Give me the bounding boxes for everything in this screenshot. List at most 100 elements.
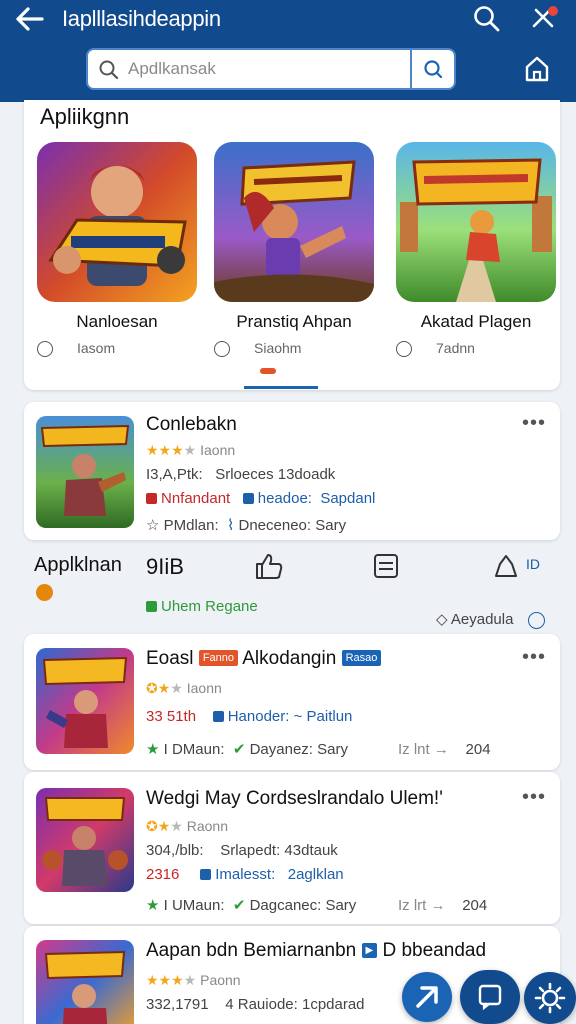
rating-stars: ★★★★ Iaonn <box>146 442 236 458</box>
update-text: Aeyadula <box>450 611 514 628</box>
chat-button[interactable] <box>460 970 520 1024</box>
search-submit-button[interactable] <box>410 50 454 88</box>
star-outline-icon: ☆ <box>146 517 160 534</box>
meta-detail: Iz lnt <box>397 741 430 758</box>
back-arrow-icon[interactable] <box>14 6 46 32</box>
app-list-item[interactable]: Wedgi May Cordseslrandalo Ulem!' ••• ✪★★… <box>24 772 560 924</box>
featured-app-size: Iasom <box>77 340 116 356</box>
app-header: Iaplllasihdeappin <box>0 0 576 102</box>
app-meta-line: ☆ PMdlan: ⌇ Dneceneo: Sary <box>146 516 346 534</box>
download-size: 2316 <box>146 866 180 883</box>
carousel-indicator <box>260 368 276 374</box>
featured-app-size: 7adnn <box>436 340 475 356</box>
app-list-item[interactable]: Eoasl Fanno Alkodangin Rasao ••• ✪★★ Iao… <box>24 634 560 770</box>
featured-app-card[interactable]: Pranstiq Ahpan Siaohm <box>214 142 374 357</box>
meta-detail: Dneceneo: Sary <box>238 517 347 534</box>
more-options-icon[interactable]: ••• <box>522 412 546 435</box>
select-radio[interactable] <box>214 341 230 357</box>
app-title-text: Aapan bdn Bemiarnanbn <box>146 940 357 961</box>
game-thumbnail[interactable] <box>36 416 134 528</box>
game-thumbnail[interactable] <box>36 940 134 1024</box>
more-options-icon[interactable]: ••• <box>522 786 546 809</box>
select-radio[interactable] <box>396 341 412 357</box>
app-title: Eoasl Fanno Alkodangin Rasao <box>146 648 382 670</box>
featured-app-card[interactable]: Akatad Plagen 7adnn <box>396 142 556 357</box>
featured-app-name: Nanloesan <box>76 312 158 331</box>
more-options-icon[interactable]: ••• <box>522 646 546 669</box>
featured-app-name: Pranstiq Ahpan <box>236 312 352 331</box>
featured-app-meta: Iasom <box>37 338 197 360</box>
arrow-icon: → <box>430 897 446 914</box>
meta-value: 204 <box>462 897 488 914</box>
arrow-icon: → <box>433 741 449 758</box>
featured-app-meta: 7adnn <box>396 338 556 360</box>
download-count: 33 51th <box>146 708 197 725</box>
category-badge-icon: ▶ <box>361 943 378 958</box>
featured-app-name: Akatad Plagen <box>420 312 532 331</box>
category-badge: Rasao <box>341 650 382 666</box>
meta-detail: Dagcanec: Sary <box>249 897 357 914</box>
featured-section: Apliikgnn Nanloesan Iasom Pranstiq Ahpan… <box>24 100 560 390</box>
game-thumbnail[interactable] <box>396 142 556 302</box>
category-badge-icon <box>36 584 53 601</box>
meta-detail: Imalesst: <box>215 866 276 883</box>
game-thumbnail[interactable] <box>36 648 134 754</box>
app-meta-line: 304,/blb: Srlapedt: 43dtauk <box>146 842 338 859</box>
featured-app-card[interactable]: Nanloesan Iasom <box>37 142 197 357</box>
meta-detail: Dayanez: Sary <box>249 741 348 758</box>
tag-value: Sapdanl <box>320 490 376 507</box>
select-radio[interactable] <box>37 341 53 357</box>
open-app-button[interactable] <box>402 972 452 1022</box>
game-thumbnail[interactable] <box>37 142 197 302</box>
update-label[interactable]: ◇ Aeyadula <box>436 610 513 628</box>
download-count: 332,1791 <box>146 996 209 1013</box>
meta-value: 2aglklan <box>287 866 344 883</box>
green-star-icon: ★ <box>146 741 160 758</box>
game-thumbnail[interactable] <box>214 142 374 302</box>
share-label: ID <box>526 556 540 572</box>
tag-icon <box>146 493 157 504</box>
featured-app-meta: Siaohm <box>214 338 374 360</box>
search-input[interactable] <box>128 57 408 81</box>
search-icon[interactable] <box>472 4 502 32</box>
check-icon: ✔ <box>232 741 246 758</box>
settings-button[interactable] <box>524 972 576 1024</box>
app-action-bar: Applklnan 9IiB ID Uhem Regane ◇ Aeyadula <box>0 540 576 630</box>
rating-text: Iaonn <box>186 680 222 696</box>
app-meta-line: I3,A,Ptk: Srloeces 13doadk <box>146 466 335 483</box>
app-title: Conlebakn <box>146 414 237 435</box>
app-title-text: Eoasl <box>146 648 194 669</box>
meta-detail: I UMaun: <box>163 897 225 914</box>
search-bar[interactable] <box>86 48 456 90</box>
signal-icon: ⌇ <box>227 517 235 534</box>
meta-detail: Srlapedt: 43dtauk <box>220 842 338 859</box>
section-label: Applklnan <box>34 554 122 576</box>
section-title: Apliikgnn <box>40 104 130 129</box>
app-meta-line: 332,1791 4 Rauiode: 1cpdarad <box>146 996 365 1013</box>
meta-detail: Iz lrt <box>398 897 427 914</box>
game-thumbnail[interactable] <box>36 788 134 892</box>
tag-outline-icon: ◇ <box>436 611 448 628</box>
tag-label: headoe: <box>257 490 312 507</box>
tools-icon[interactable] <box>528 4 560 32</box>
meta-detail: Hanoder: ~ Paitlun <box>227 708 353 725</box>
region-label: Uhem Regane <box>146 598 258 615</box>
home-icon[interactable] <box>522 54 552 84</box>
meta-detail: 4 Rauiode: 1cpdarad <box>225 996 365 1013</box>
rating-stars: ✪★★ Raonn <box>146 818 228 834</box>
share-icon[interactable] <box>492 552 520 580</box>
app-meta-line: ★ I UMaun: ✔ Dagcanec: Sary Iz lrt → 204 <box>146 896 487 914</box>
app-meta-line: ★ I DMaun: ✔ Dayanez: Sary Iz lnt → 204 <box>146 740 491 758</box>
app-title: Wedgi May Cordseslrandalo Ulem!' <box>146 788 443 809</box>
download-size: 9IiB <box>146 554 184 579</box>
rating-stars: ✪★★ Iaonn <box>146 680 222 696</box>
tag-label: Nnfandant <box>161 490 231 507</box>
save-icon[interactable] <box>372 552 400 580</box>
app-list-item[interactable]: Conlebakn ••• ★★★★ Iaonn I3,A,Ptk: Srloe… <box>24 402 560 540</box>
info-icon[interactable] <box>528 612 545 629</box>
meta-detail: Srloeces 13doadk <box>215 466 336 483</box>
meta-detail: PMdlan: <box>163 517 219 534</box>
thumbs-up-icon[interactable] <box>254 552 284 580</box>
app-title: Aapan bdn Bemiarnanbn ▶ D bbeandad <box>146 940 486 962</box>
carousel-progress <box>244 386 318 389</box>
